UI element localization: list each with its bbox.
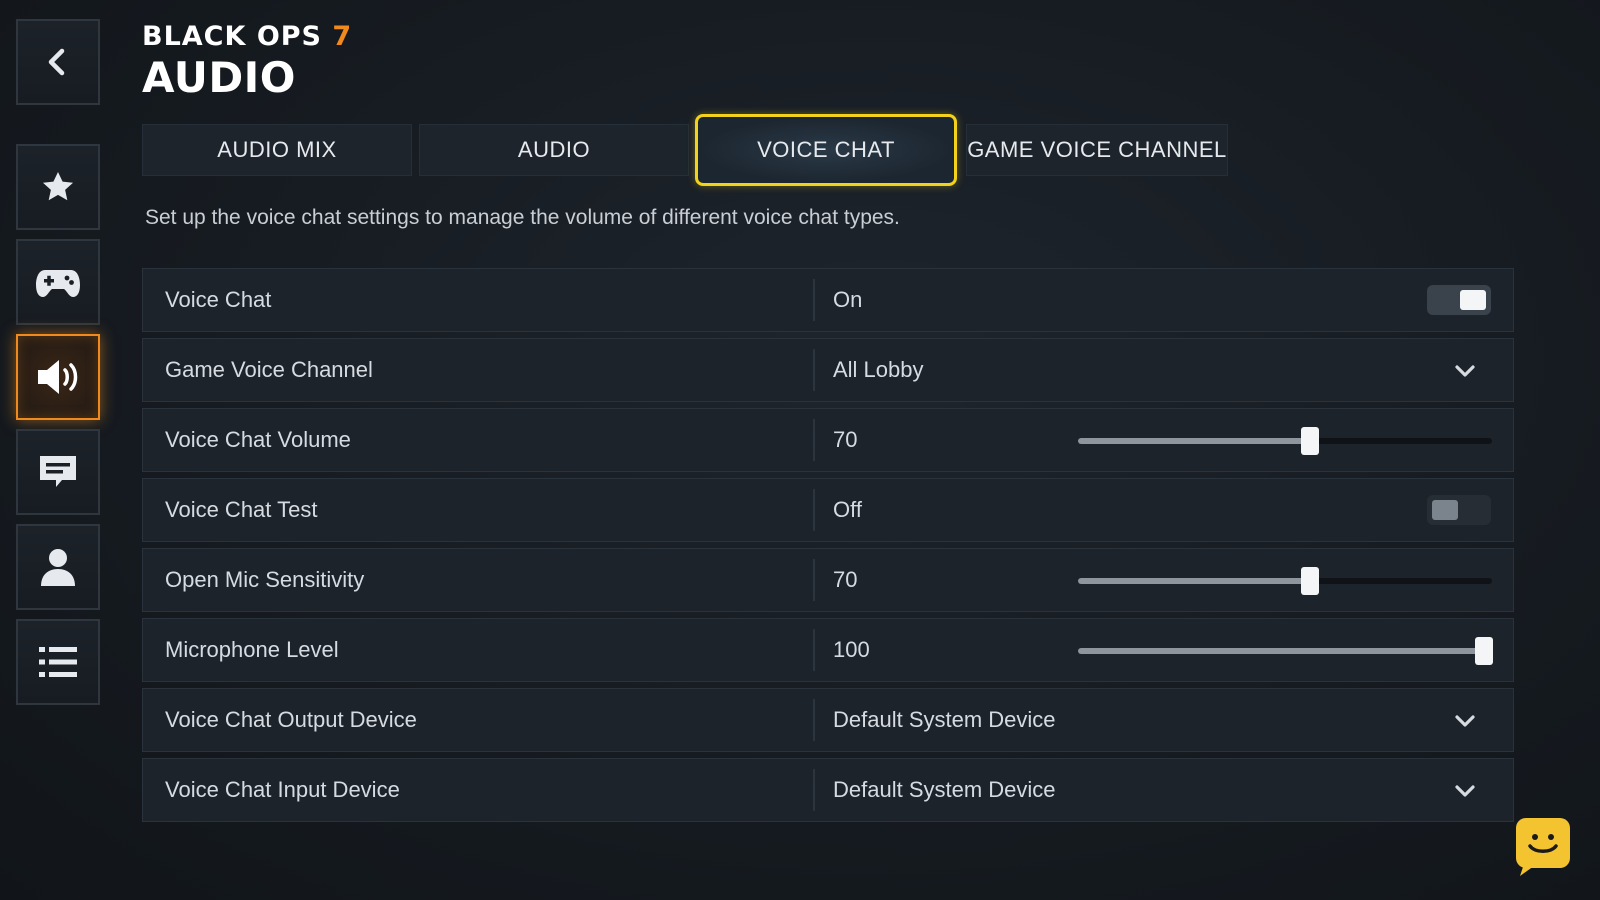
setting-row-voice-chat-input-device[interactable]: Voice Chat Input Device Default System D… xyxy=(142,758,1514,822)
game-logo: BLACK OPS 7 xyxy=(142,22,352,52)
sidebar-item-controller[interactable] xyxy=(16,239,100,325)
setting-value: 100 xyxy=(833,637,870,662)
tab-game-voice-channel[interactable]: GAME VOICE CHANNEL xyxy=(966,124,1228,176)
tab-audio-mix[interactable]: AUDIO MIX xyxy=(142,124,412,176)
setting-row-microphone-level[interactable]: Microphone Level 100 xyxy=(142,618,1514,682)
divider xyxy=(813,629,815,671)
slider-thumb[interactable] xyxy=(1474,637,1493,665)
list-icon xyxy=(39,647,77,677)
slider-fill xyxy=(1078,578,1310,584)
voice-chat-volume-slider[interactable] xyxy=(1078,427,1492,455)
gamepad-icon xyxy=(36,270,80,297)
voice-chat-test-toggle[interactable] xyxy=(1427,495,1491,525)
microphone-level-slider[interactable] xyxy=(1078,637,1493,665)
setting-value: All Lobby xyxy=(833,357,924,382)
toggle-knob xyxy=(1460,290,1486,310)
speaker-icon xyxy=(38,360,78,394)
page-title: AUDIO xyxy=(142,53,297,102)
chevron-down-icon[interactable] xyxy=(1453,709,1477,733)
slider-thumb[interactable] xyxy=(1300,427,1319,455)
section-description: Set up the voice chat settings to manage… xyxy=(145,206,900,229)
setting-row-voice-chat-output-device[interactable]: Voice Chat Output Device Default System … xyxy=(142,688,1514,752)
divider xyxy=(813,489,815,531)
helper-chat-button[interactable] xyxy=(1516,818,1570,876)
sidebar-item-list[interactable] xyxy=(16,619,100,705)
divider xyxy=(813,419,815,461)
divider xyxy=(813,769,815,811)
setting-label: Game Voice Channel xyxy=(165,357,373,382)
setting-row-open-mic-sensitivity[interactable]: Open Mic Sensitivity 70 xyxy=(142,548,1514,612)
setting-label: Voice Chat xyxy=(165,287,272,312)
back-button[interactable] xyxy=(16,19,100,105)
slider-fill xyxy=(1078,648,1484,654)
slider-fill xyxy=(1078,438,1310,444)
sidebar-item-favorites[interactable] xyxy=(16,144,100,230)
divider xyxy=(813,279,815,321)
sidebar-item-audio[interactable] xyxy=(16,334,100,420)
divider xyxy=(813,699,815,741)
setting-value: On xyxy=(833,287,863,312)
setting-label: Voice Chat Input Device xyxy=(165,777,400,802)
toggle-knob xyxy=(1432,500,1458,520)
sidebar-item-chat[interactable] xyxy=(16,429,100,515)
open-mic-sensitivity-slider[interactable] xyxy=(1078,567,1492,595)
back-arrow-icon xyxy=(48,48,65,76)
star-icon xyxy=(42,171,74,201)
setting-value: Off xyxy=(833,497,862,522)
chevron-down-icon[interactable] xyxy=(1453,359,1477,383)
brand-name: BLACK OPS xyxy=(142,21,333,52)
setting-label: Microphone Level xyxy=(165,637,339,662)
chat-icon xyxy=(40,456,76,487)
person-icon xyxy=(41,549,75,586)
sidebar-item-account[interactable] xyxy=(16,524,100,610)
setting-value: Default System Device xyxy=(833,777,1056,802)
tab-voice-chat[interactable]: VOICE CHAT xyxy=(695,114,957,186)
setting-value: 70 xyxy=(833,427,858,452)
smiley-chat-icon xyxy=(1520,834,1558,876)
divider xyxy=(813,559,815,601)
setting-row-voice-chat[interactable]: Voice Chat On xyxy=(142,268,1514,332)
setting-value: 70 xyxy=(833,567,858,592)
setting-row-voice-chat-volume[interactable]: Voice Chat Volume 70 xyxy=(142,408,1514,472)
setting-row-game-voice-channel[interactable]: Game Voice Channel All Lobby xyxy=(142,338,1514,402)
chevron-down-icon[interactable] xyxy=(1453,779,1477,803)
setting-label: Voice Chat Volume xyxy=(165,427,351,452)
setting-row-voice-chat-test[interactable]: Voice Chat Test Off xyxy=(142,478,1514,542)
setting-label: Voice Chat Test xyxy=(165,497,318,522)
tab-audio[interactable]: AUDIO xyxy=(419,124,689,176)
setting-label: Open Mic Sensitivity xyxy=(165,567,365,592)
setting-label: Voice Chat Output Device xyxy=(165,707,417,732)
brand-number: 7 xyxy=(332,21,353,52)
slider-thumb[interactable] xyxy=(1300,567,1319,595)
voice-chat-toggle[interactable] xyxy=(1427,285,1491,315)
divider xyxy=(813,349,815,391)
setting-value: Default System Device xyxy=(833,707,1056,732)
